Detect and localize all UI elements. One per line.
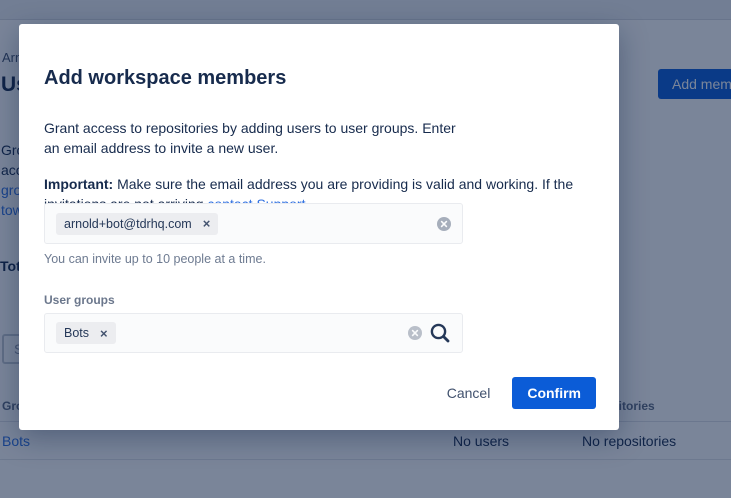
invite-limit-note: You can invite up to 10 people at a time… — [44, 252, 266, 266]
add-workspace-members-dialog: Add workspace members Grant access to re… — [19, 24, 619, 430]
dialog-title: Add workspace members — [44, 67, 286, 90]
cancel-button[interactable]: Cancel — [447, 385, 491, 401]
email-tag-remove-icon[interactable]: × — [199, 217, 215, 230]
user-groups-field-label: User groups — [44, 293, 115, 307]
group-tag-remove-icon[interactable]: × — [96, 327, 112, 340]
user-groups-picker-field[interactable]: Bots × — [44, 313, 463, 353]
search-icon[interactable] — [429, 322, 451, 344]
email-field-clear-icon[interactable] — [437, 217, 451, 231]
email-tag: arnold+bot@tdrhq.com × — [56, 213, 218, 235]
dialog-footer: Cancel Confirm — [447, 377, 596, 409]
group-tag-label: Bots — [64, 326, 89, 340]
confirm-button[interactable]: Confirm — [512, 377, 596, 409]
screen: Arn User groups Grou accou group towar T… — [0, 0, 731, 498]
important-label: Important: — [44, 176, 113, 192]
groups-field-clear-icon[interactable] — [408, 326, 422, 340]
email-invite-field[interactable]: arnold+bot@tdrhq.com × — [44, 203, 463, 244]
email-tag-label: arnold+bot@tdrhq.com — [64, 217, 192, 231]
dialog-intro-line-2: an email address to invite a new user. — [44, 140, 278, 156]
dialog-intro-text: Grant access to repositories by adding u… — [44, 118, 584, 158]
group-tag: Bots × — [56, 322, 116, 344]
dialog-intro-line-1: Grant access to repositories by adding u… — [44, 120, 456, 136]
